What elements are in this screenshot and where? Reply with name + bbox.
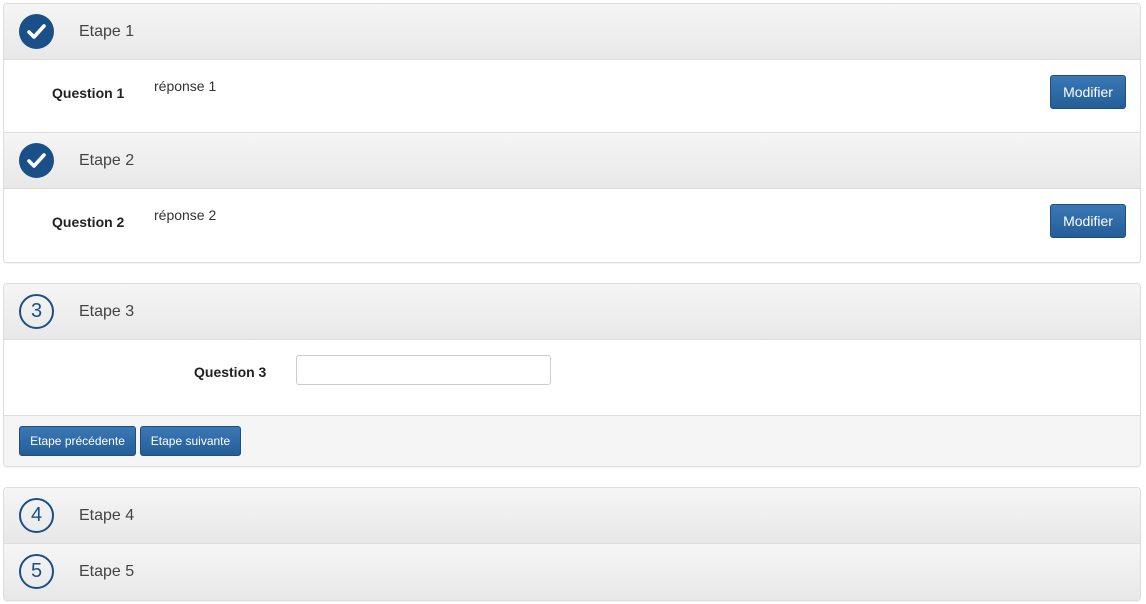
step-1-summary: Question 1 réponse 1 Modifier [4, 60, 1140, 133]
question-label: Question 1 [52, 85, 125, 101]
step-title: Etape 3 [79, 303, 135, 320]
answer-value: réponse 1 [154, 78, 217, 94]
question-label: Question 3 [194, 364, 267, 380]
check-icon [19, 143, 54, 178]
step-header-2: Etape 2 [4, 133, 1140, 189]
step-2-summary: Question 2 réponse 2 Modifier [4, 189, 1140, 262]
step-title: Etape 5 [79, 563, 135, 580]
current-step-panel: 3 Etape 3 Question 3 Etape précédente Et… [3, 283, 1141, 467]
pending-steps-panel: 4 Etape 4 5 Etape 5 [3, 487, 1141, 601]
step-number-icon: 3 [19, 294, 54, 329]
step-navigation: Etape précédente Etape suivante [4, 415, 1140, 466]
step-title: Etape 1 [79, 23, 135, 40]
modify-button[interactable]: Modifier [1050, 75, 1126, 109]
step-header-1: Etape 1 [4, 4, 1140, 60]
question-3-input[interactable] [296, 355, 551, 385]
check-icon [19, 14, 54, 49]
completed-steps-panel: Etape 1 Question 1 réponse 1 Modifier Et… [3, 3, 1141, 263]
question-label: Question 2 [52, 214, 125, 230]
step-number-icon: 5 [19, 554, 54, 589]
modify-button[interactable]: Modifier [1050, 204, 1126, 238]
step-number-icon: 4 [19, 498, 54, 533]
previous-step-button[interactable]: Etape précédente [19, 426, 136, 456]
next-step-button[interactable]: Etape suivante [140, 426, 241, 456]
step-header-4: 4 Etape 4 [4, 488, 1140, 544]
step-header-3: 3 Etape 3 [4, 284, 1140, 340]
step-3-form: Question 3 [4, 340, 1140, 415]
step-title: Etape 2 [79, 152, 135, 169]
step-title: Etape 4 [79, 507, 135, 524]
step-header-5: 5 Etape 5 [4, 544, 1140, 600]
answer-value: réponse 2 [154, 207, 217, 223]
